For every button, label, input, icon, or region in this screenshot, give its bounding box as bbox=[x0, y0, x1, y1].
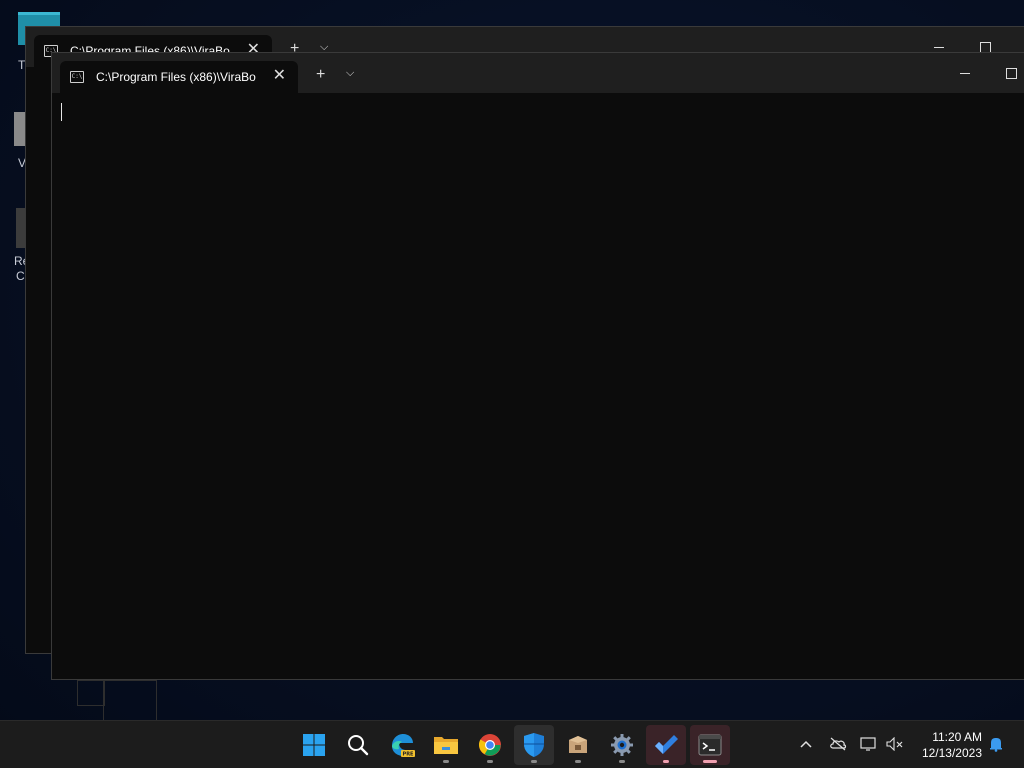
terminal-button[interactable] bbox=[690, 725, 730, 765]
windows-security-button[interactable] bbox=[514, 725, 554, 765]
box-icon bbox=[569, 736, 587, 753]
search-button[interactable] bbox=[338, 725, 378, 765]
close-tab-icon[interactable]: ✕ bbox=[273, 68, 286, 84]
folder-icon bbox=[434, 737, 458, 754]
tab-title: C:\Program Files (x86)\ViraBo bbox=[96, 70, 256, 84]
minimize-icon[interactable] bbox=[960, 73, 970, 74]
clock-time: 11:20 AM bbox=[932, 730, 982, 744]
terminal-content[interactable] bbox=[52, 93, 1024, 679]
start-button[interactable] bbox=[294, 725, 334, 765]
terminal-window-front[interactable]: C:\ C:\Program Files (x86)\ViraBo ✕ + ⌵ bbox=[51, 52, 1024, 680]
maximize-icon[interactable] bbox=[1006, 68, 1017, 79]
windows-logo-icon bbox=[303, 734, 325, 756]
system-clock[interactable]: 11:20 AM 12/13/2023 bbox=[922, 729, 982, 761]
chrome-icon bbox=[478, 734, 501, 756]
gear-icon bbox=[611, 734, 633, 756]
new-tab-icon[interactable]: + bbox=[316, 67, 325, 83]
pre-badge: PRE bbox=[403, 752, 415, 758]
running-indicator bbox=[575, 760, 581, 763]
volume-muted-icon[interactable] bbox=[886, 736, 904, 756]
shield-icon bbox=[524, 733, 544, 757]
search-icon bbox=[348, 735, 369, 756]
window-artifact bbox=[77, 680, 105, 706]
text-cursor bbox=[61, 103, 62, 121]
chevron-up-icon[interactable] bbox=[800, 736, 812, 754]
edge-preview-button[interactable]: PRE bbox=[382, 725, 422, 765]
running-indicator bbox=[663, 760, 669, 763]
tab-terminal[interactable]: C:\ C:\Program Files (x86)\ViraBo ✕ bbox=[60, 61, 298, 93]
running-indicator bbox=[487, 760, 493, 763]
taskbar: PRE 11:20 AM 12/13/2023 bbox=[0, 720, 1024, 768]
running-indicator bbox=[703, 760, 717, 763]
titlebar[interactable]: C:\ C:\Program Files (x86)\ViraBo ✕ + ⌵ bbox=[52, 53, 1024, 93]
cmd-icon: C:\ bbox=[70, 71, 84, 83]
minimize-icon[interactable] bbox=[934, 47, 944, 48]
desktop-label-4: C bbox=[16, 269, 25, 283]
clock-date: 12/13/2023 bbox=[921, 746, 982, 760]
running-indicator bbox=[619, 760, 625, 763]
edge-icon: PRE bbox=[392, 734, 415, 758]
settings-button[interactable] bbox=[602, 725, 642, 765]
window-artifact bbox=[103, 680, 157, 722]
chrome-button[interactable] bbox=[470, 725, 510, 765]
todo-button[interactable] bbox=[646, 725, 686, 765]
checkmark-icon bbox=[655, 735, 678, 754]
onedrive-offline-icon[interactable] bbox=[829, 737, 847, 756]
network-icon[interactable] bbox=[860, 737, 878, 756]
running-indicator bbox=[531, 760, 537, 763]
chevron-down-icon[interactable]: ⌵ bbox=[346, 65, 354, 81]
running-indicator bbox=[443, 760, 449, 763]
terminal-icon bbox=[698, 734, 722, 756]
package-app-button[interactable] bbox=[558, 725, 598, 765]
file-explorer-button[interactable] bbox=[426, 725, 466, 765]
notification-bell-icon[interactable] bbox=[988, 736, 1004, 757]
